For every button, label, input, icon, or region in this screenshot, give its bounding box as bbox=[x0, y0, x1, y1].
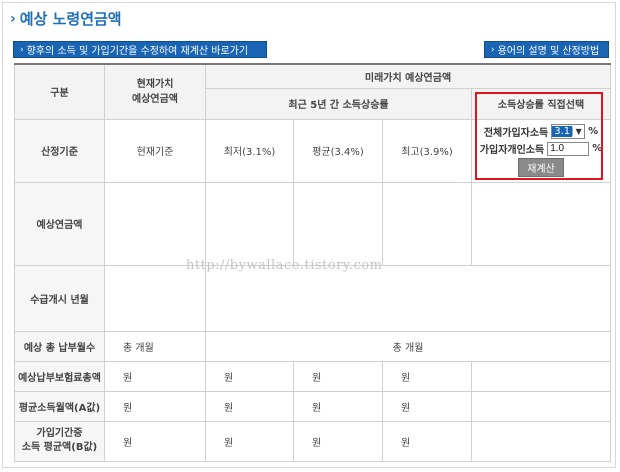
row-start-age: 수급개시 년월 bbox=[14, 264, 105, 332]
row-expected-pension: 예상연금액 bbox=[14, 181, 105, 266]
won-cell: 원 bbox=[205, 390, 294, 422]
recalculate-button[interactable]: 재계산 bbox=[518, 158, 564, 177]
won-cell: 원 bbox=[382, 360, 472, 392]
won-cell: 원 bbox=[104, 390, 206, 422]
header-category: 구분 bbox=[14, 63, 105, 120]
won-cell: 원 bbox=[293, 390, 383, 422]
term-explanation-label: 용어의 설명 및 산정방법 bbox=[497, 46, 600, 57]
cell bbox=[205, 181, 294, 266]
personal-income-input[interactable] bbox=[547, 141, 590, 156]
row-total-months: 예상 총 납부월수 bbox=[14, 330, 105, 362]
calc-basis-present: 현재기준 bbox=[104, 118, 206, 183]
all-income-value: 3.1 bbox=[552, 126, 573, 137]
percent-sign: % bbox=[592, 143, 603, 154]
won-cell: 원 bbox=[205, 420, 294, 462]
won-cell: 원 bbox=[293, 420, 383, 462]
recalculate-shortcut-label: 향후의 소득 및 가입기간을 수정하여 재계산 바로가기 bbox=[26, 46, 249, 57]
won-cell: 원 bbox=[382, 390, 472, 422]
row-member-avg: 가입기간중 소득 평균액(B값) bbox=[14, 420, 105, 462]
cell bbox=[104, 181, 206, 266]
arrow-right-icon: › bbox=[491, 44, 495, 55]
cell bbox=[293, 181, 383, 266]
calc-basis-avg: 평균(3.4%) bbox=[293, 118, 383, 183]
header-direct-select: 소득상승률 직접선택 bbox=[470, 87, 612, 120]
header-present-value: 현재가치 예상연금액 bbox=[104, 63, 206, 120]
cell bbox=[470, 390, 612, 422]
cell bbox=[204, 264, 612, 332]
percent-sign: % bbox=[588, 126, 599, 137]
page-title-text: 예상 노령연금액 bbox=[19, 10, 122, 28]
won-cell: 원 bbox=[104, 420, 206, 462]
arrow-right-icon: › bbox=[20, 44, 24, 55]
won-cell: 원 bbox=[205, 360, 294, 392]
all-income-label: 전체가입자소득 bbox=[483, 128, 549, 139]
won-cell: 원 bbox=[104, 360, 206, 392]
cell bbox=[470, 420, 612, 462]
header-future-value: 미래가치 예상연금액 bbox=[204, 63, 612, 89]
cell bbox=[470, 181, 612, 266]
chevron-right-icon: › bbox=[10, 10, 16, 27]
cell bbox=[104, 264, 206, 332]
row-calc-basis: 산정기준 bbox=[14, 118, 105, 183]
row-insurance-total: 예상납부보험료총액 bbox=[14, 360, 105, 392]
total-months-present: 총 개월 bbox=[104, 330, 206, 362]
recalculate-shortcut-button[interactable]: › 향후의 소득 및 가입기간을 수정하여 재계산 바로가기 bbox=[13, 41, 267, 58]
cell bbox=[382, 181, 472, 266]
calc-basis-max: 최고(3.9%) bbox=[382, 118, 472, 183]
row-avg-income: 평균소득월액(A값) bbox=[14, 390, 105, 422]
page-title: › 예상 노령연금액 bbox=[10, 8, 122, 29]
direct-input-cell: 전체가입자소득 3.1 ▼ % 가입자개인소득 % 재계산 bbox=[470, 118, 612, 183]
all-income-select[interactable]: 3.1 ▼ bbox=[551, 124, 586, 139]
header-recent5: 최근 5년 간 소득상승률 bbox=[205, 87, 472, 120]
won-cell: 원 bbox=[293, 360, 383, 392]
term-explanation-button[interactable]: › 용어의 설명 및 산정방법 bbox=[484, 41, 609, 58]
chevron-down-icon: ▼ bbox=[572, 127, 584, 136]
calc-basis-min: 최저(3.1%) bbox=[205, 118, 294, 183]
cell bbox=[470, 360, 612, 392]
watermark-text: http://bywallace.tistory.com bbox=[186, 258, 383, 273]
personal-income-row: 가입자개인소득 % bbox=[472, 141, 610, 156]
personal-income-label: 가입자개인소득 bbox=[479, 145, 545, 156]
won-cell: 원 bbox=[382, 420, 472, 462]
total-months-future: 총 개월 bbox=[204, 330, 612, 362]
all-income-row: 전체가입자소득 3.1 ▼ % bbox=[472, 124, 610, 139]
